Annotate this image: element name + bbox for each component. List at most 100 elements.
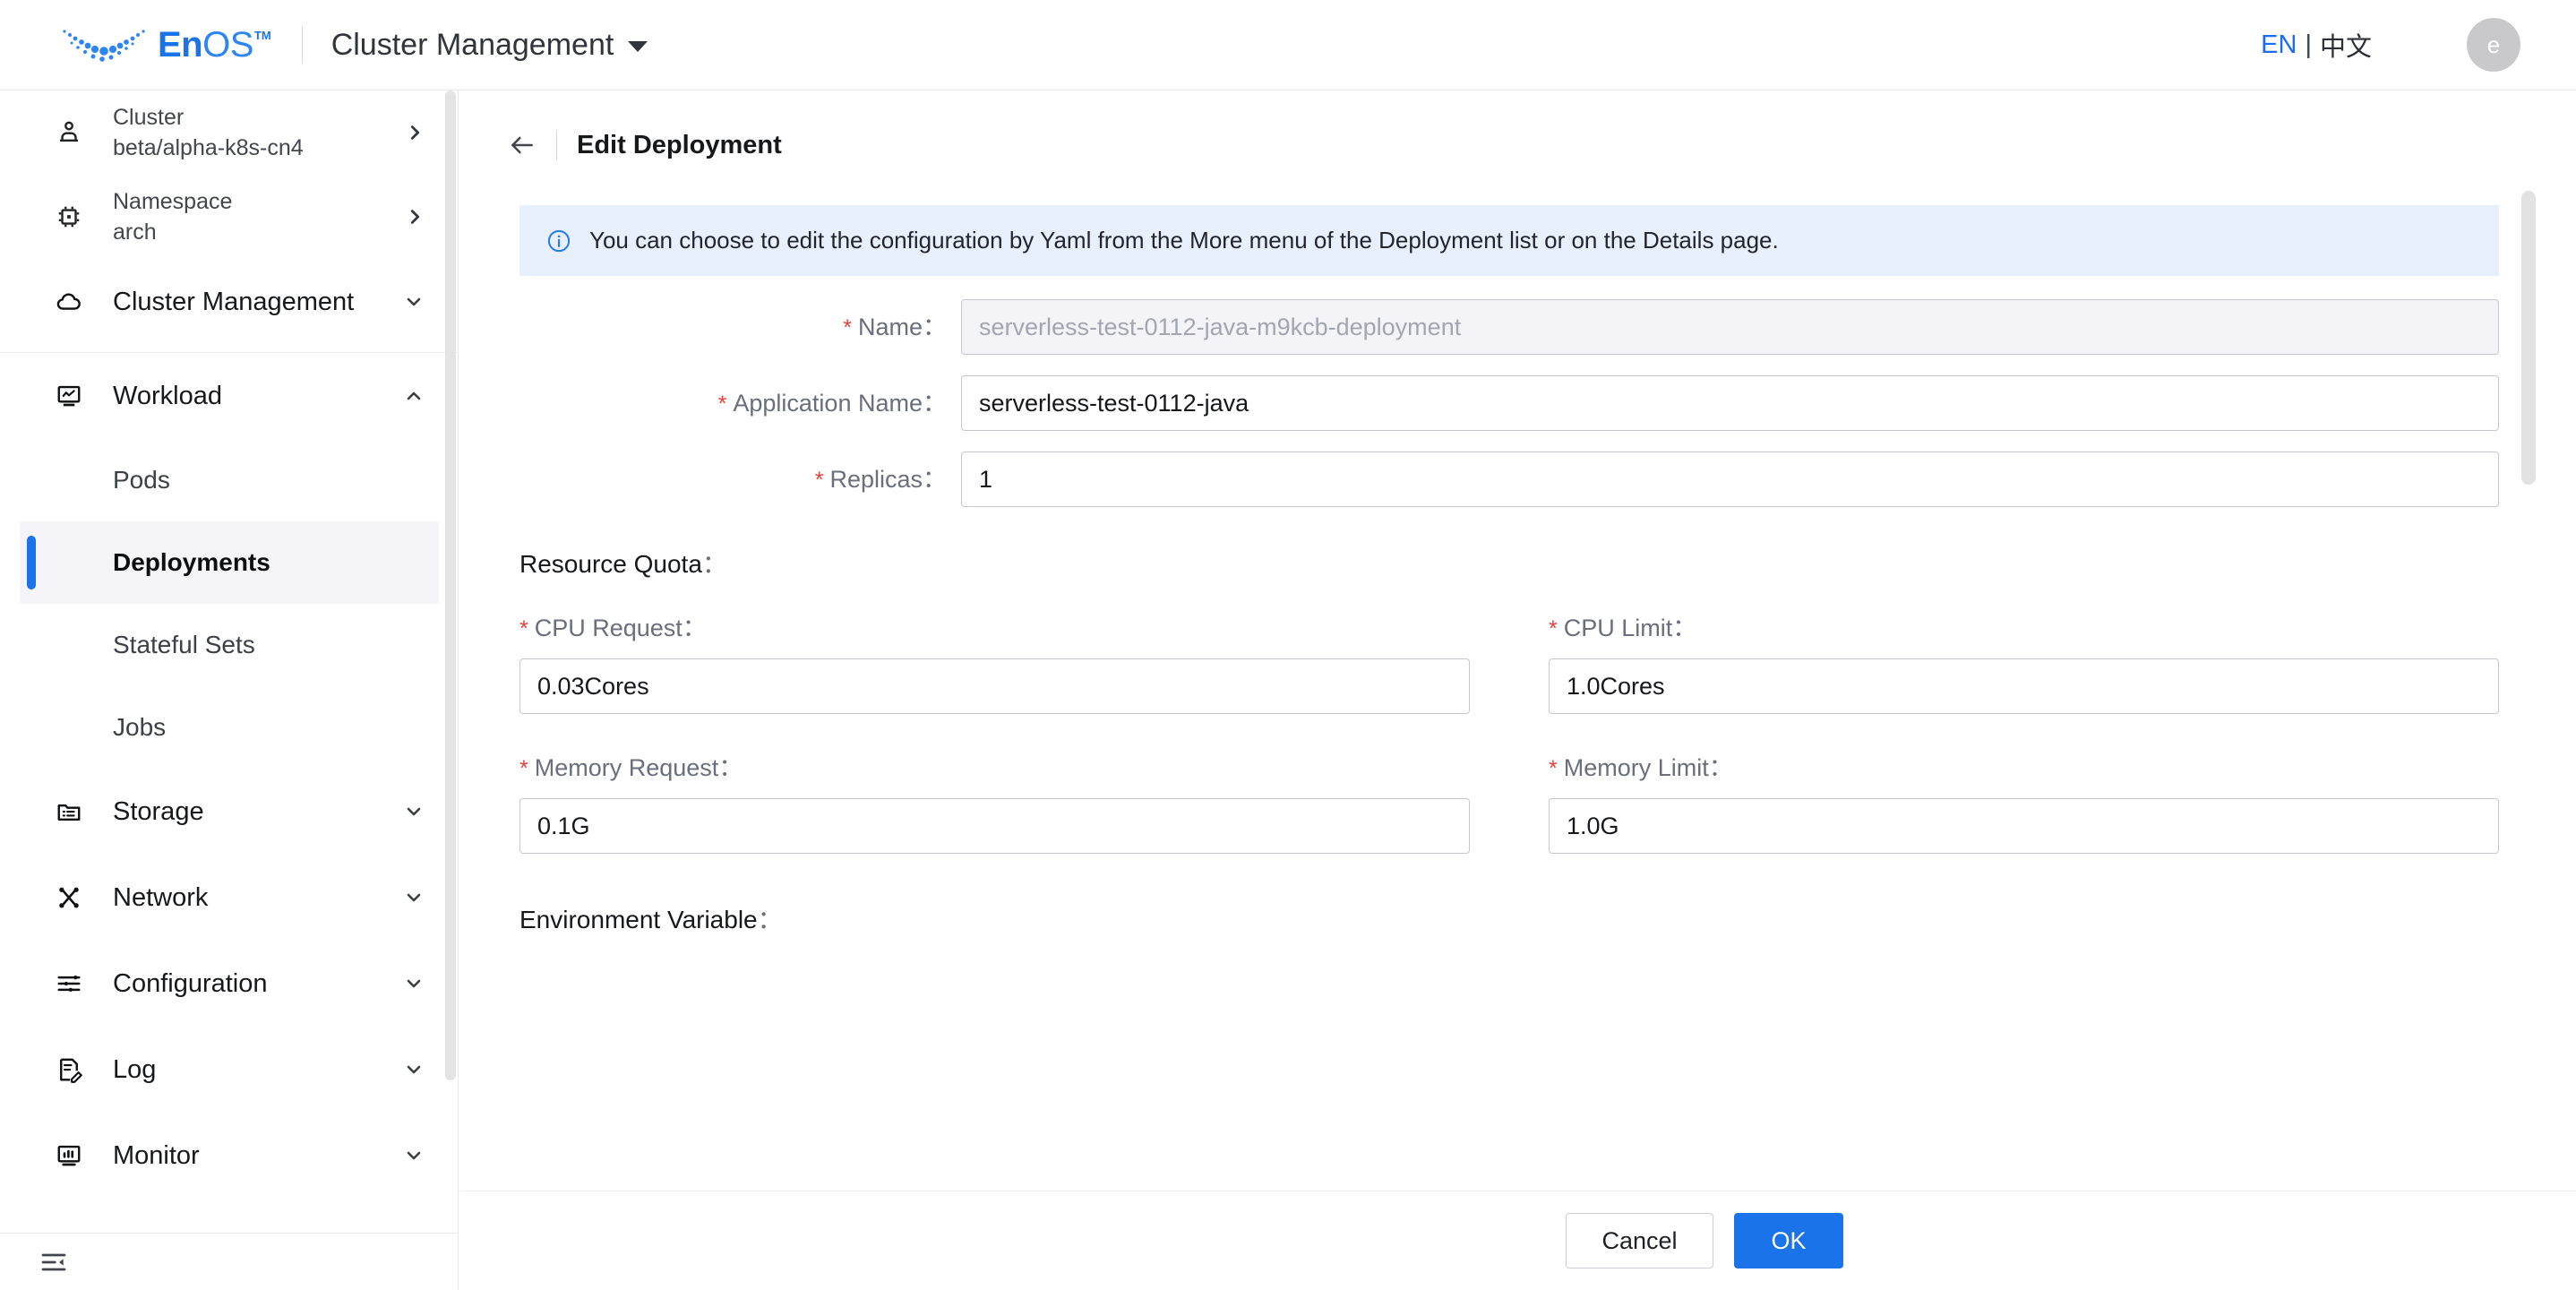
sidebar-footer	[0, 1233, 458, 1290]
logo-os-text: OS	[202, 25, 253, 64]
sidebar-item-configuration-label: Configuration	[113, 968, 268, 998]
chevron-down-icon	[403, 1059, 425, 1080]
field-row-name: * Name：	[519, 299, 2499, 356]
topbar-divider	[301, 26, 303, 64]
form-action-bar: Cancel OK	[459, 1191, 2576, 1290]
name-label-text: Name	[857, 314, 923, 340]
main-scrollbar-thumb[interactable]	[2521, 191, 2536, 485]
sidebar-item-jobs-label: Jobs	[113, 713, 167, 741]
page-header: Edit Deployment	[459, 90, 2576, 160]
quota-field-memory-request: * Memory Request：	[519, 748, 1470, 854]
name-label: * Name：	[519, 299, 961, 356]
label-colon: ：	[923, 466, 947, 493]
sidebar-item-log[interactable]: Log	[0, 1027, 459, 1113]
label-colon: ：	[701, 550, 727, 578]
replicas-label: * Replicas：	[519, 452, 961, 508]
application-name-label: * Application Name：	[519, 375, 961, 432]
cluster-label: Cluster	[113, 104, 185, 130]
quota-field-cpu-limit: * CPU Limit：	[1549, 608, 2499, 714]
chevron-right-icon	[405, 123, 425, 142]
required-asterisk: *	[1549, 616, 1558, 641]
sidebar-item-monitor[interactable]: Monitor	[0, 1113, 459, 1199]
namespace-label: Namespace	[113, 188, 233, 214]
language-switcher: EN | 中文	[2261, 26, 2372, 64]
ok-button[interactable]: OK	[1734, 1213, 1843, 1268]
cluster-value: beta/alpha-k8s-cn4	[113, 134, 304, 160]
language-en-option[interactable]: EN	[2261, 30, 2297, 60]
label-colon: ：	[718, 754, 743, 781]
enos-dots-icon	[63, 30, 145, 62]
storage-folder-icon	[52, 798, 86, 825]
page-title: Edit Deployment	[577, 130, 782, 159]
quota-field-cpu-request: * CPU Request：	[519, 608, 1470, 714]
environment-variable-label-text: Environment Variable	[519, 906, 758, 933]
app-switcher[interactable]: Cluster Management	[331, 28, 648, 63]
sidebar-item-pods[interactable]: Pods	[20, 439, 439, 521]
active-indicator	[27, 536, 36, 589]
topbar-right-group: EN | 中文 e	[2261, 18, 2520, 72]
sliders-icon	[52, 970, 86, 997]
field-row-replicas: * Replicas：	[519, 452, 2499, 508]
sidebar-item-deployments[interactable]: Deployments	[20, 521, 439, 604]
sidebar-scroll-region: Cluster beta/alpha-k8s-cn4 Namespace arc…	[0, 90, 459, 1233]
sidebar-item-stateful-sets[interactable]: Stateful Sets	[20, 604, 439, 686]
namespace-chip-icon	[52, 203, 86, 230]
label-colon: ：	[682, 615, 707, 641]
sidebar-context-cluster[interactable]: Cluster beta/alpha-k8s-cn4	[0, 90, 459, 175]
sidebar-item-network-label: Network	[113, 882, 209, 912]
memory-limit-input[interactable]	[1549, 798, 2499, 854]
required-asterisk: *	[519, 756, 528, 781]
back-arrow-icon[interactable]	[508, 131, 537, 159]
cpu-request-input[interactable]	[519, 658, 1470, 714]
application-name-label-text: Application Name	[733, 390, 923, 417]
memory-request-input[interactable]	[519, 798, 1470, 854]
language-zh-option[interactable]: 中文	[2320, 26, 2372, 64]
label-colon: ：	[1708, 754, 1733, 781]
chevron-down-icon	[403, 887, 425, 908]
environment-variable-section-label: Environment Variable：	[519, 900, 2576, 936]
quota-row-cpu: *CPU Request： *CPU Limit：	[519, 608, 2499, 714]
chevron-down-icon	[403, 291, 425, 313]
avatar[interactable]: e	[2467, 18, 2520, 72]
sidebar-context-namespace[interactable]: Namespace arch	[0, 175, 459, 259]
sidebar-item-configuration[interactable]: Configuration	[0, 941, 459, 1027]
chevron-up-icon	[403, 385, 425, 407]
sidebar-item-stateful-sets-label: Stateful Sets	[113, 631, 255, 658]
sidebar-item-pods-label: Pods	[113, 466, 170, 494]
cpu-limit-label-text: CPU Limit	[1563, 615, 1673, 641]
chevron-down-icon	[403, 801, 425, 822]
label-colon: ：	[923, 314, 947, 340]
sidebar-item-storage[interactable]: Storage	[0, 769, 459, 855]
memory-request-label-text: Memory Request	[534, 754, 719, 781]
replicas-input[interactable]	[961, 452, 2499, 507]
required-asterisk: *	[717, 391, 727, 417]
memory-limit-label-text: Memory Limit	[1563, 754, 1709, 781]
label-colon: ：	[923, 390, 947, 417]
sidebar-item-network[interactable]: Network	[0, 855, 459, 941]
cancel-button[interactable]: Cancel	[1566, 1213, 1713, 1268]
sidebar-item-storage-label: Storage	[113, 796, 204, 826]
brand-logo[interactable]: En OS TM	[61, 26, 271, 64]
logo-en-text: En	[158, 25, 203, 64]
yaml-info-banner: You can choose to edit the configuration…	[519, 205, 2499, 276]
chevron-down-icon	[403, 1145, 425, 1166]
chevron-right-icon	[405, 207, 425, 227]
sidebar-item-cluster-management[interactable]: Cluster Management	[0, 259, 459, 345]
quota-field-memory-limit: * Memory Limit：	[1549, 748, 2499, 854]
memory-limit-label: * Memory Limit：	[1549, 748, 2499, 783]
cloud-icon	[52, 288, 86, 315]
application-name-input[interactable]	[961, 375, 2499, 431]
sidebar-scrollbar-thumb[interactable]	[445, 90, 456, 1080]
language-separator: |	[2305, 30, 2312, 59]
required-asterisk: *	[843, 315, 852, 340]
cpu-request-label: * CPU Request：	[519, 608, 1470, 643]
cpu-limit-input[interactable]	[1549, 658, 2499, 714]
cpu-limit-label: * CPU Limit：	[1549, 608, 2499, 643]
app-title: Cluster Management	[331, 27, 614, 62]
sidebar-item-jobs[interactable]: Jobs	[20, 686, 439, 769]
sidebar-item-monitor-label: Monitor	[113, 1140, 200, 1170]
required-asterisk: *	[1549, 756, 1558, 781]
sidebar-item-workload[interactable]: Workload	[0, 353, 459, 439]
collapse-sidebar-icon[interactable]	[39, 1248, 68, 1277]
name-input	[961, 299, 2499, 355]
